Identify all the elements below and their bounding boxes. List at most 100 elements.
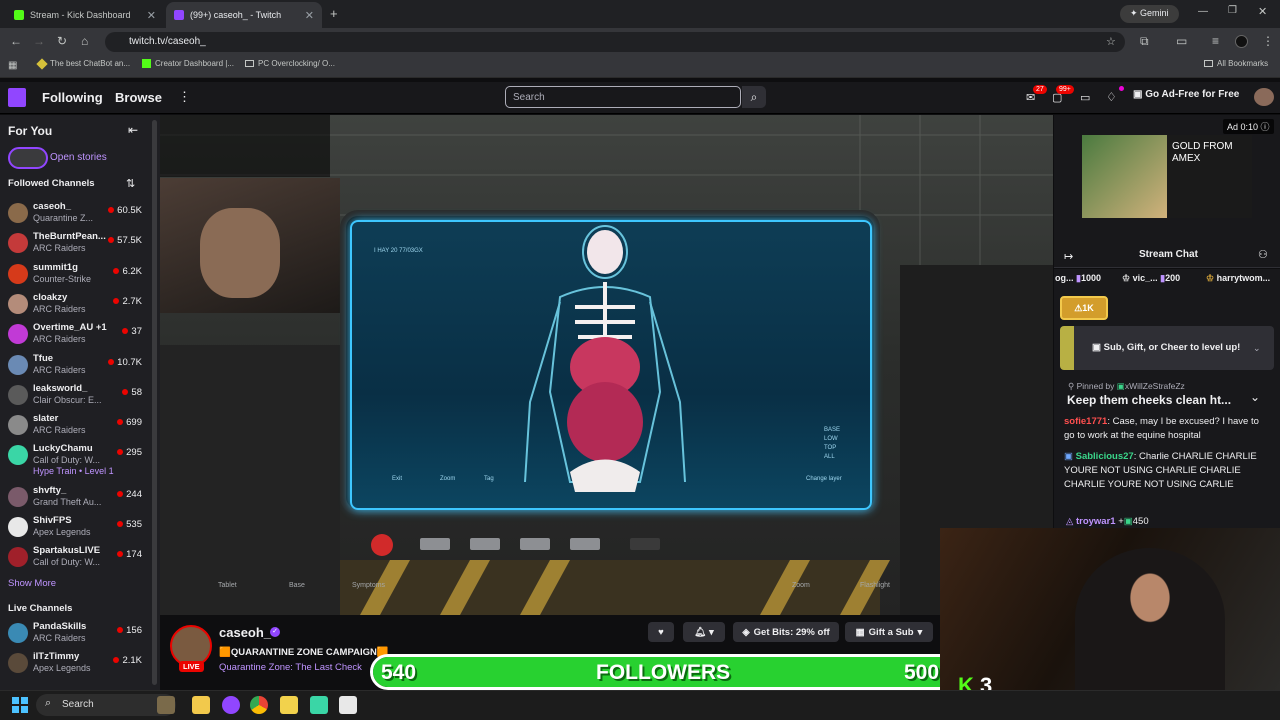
new-tab-icon[interactable]: + bbox=[330, 6, 338, 21]
bookmark-pc-overclocking[interactable]: PC Overclocking/ O... bbox=[245, 59, 335, 68]
sidebar-channel-theburntpean[interactable]: TheBurntPean... ARC Raiders 57.5K bbox=[0, 228, 150, 258]
url-input[interactable]: twitch.tv/caseoh_ bbox=[105, 32, 1125, 52]
leader-2[interactable]: ♔ vic_... ▮200 bbox=[1122, 273, 1180, 284]
sidebar-channel-cloakzy[interactable]: cloakzy ARC Raiders 2.7K bbox=[0, 289, 150, 319]
bookmark-creator-dashboard[interactable]: Creator Dashboard |... bbox=[142, 59, 234, 68]
sidebar-channel-summit1g[interactable]: summit1g Counter-Strike 6.2K bbox=[0, 259, 150, 289]
channel-game: ARC Raiders bbox=[33, 633, 86, 643]
channel-avatar bbox=[8, 293, 28, 314]
home-icon[interactable]: ⌂ bbox=[81, 34, 88, 48]
screen-zoom: Zoom bbox=[440, 476, 456, 482]
hype-train-pill[interactable]: ⚠1K bbox=[1060, 296, 1108, 320]
app-icon[interactable] bbox=[222, 696, 240, 714]
open-stories-link[interactable]: Open stories bbox=[50, 152, 107, 163]
tab-kick-dashboard[interactable]: Stream - Kick Dashboard ✕ bbox=[6, 2, 164, 28]
community-icon[interactable]: ⚇ bbox=[1258, 248, 1268, 261]
twitch-logo-icon[interactable] bbox=[8, 88, 26, 107]
stream-category-link[interactable]: Quarantine Zone: The Last Check bbox=[219, 662, 362, 673]
stories-avatars[interactable] bbox=[8, 147, 48, 169]
chat-username[interactable]: Sablicious27 bbox=[1076, 451, 1134, 462]
sidebar-channel-overtimeau1[interactable]: Overtime_AU +1 ARC Raiders 37 bbox=[0, 319, 150, 349]
sidebar-channel-pandaskills[interactable]: PandaSkills ARC Raiders 156 bbox=[0, 618, 150, 648]
bookmark-chatbot[interactable]: The best ChatBot an... bbox=[36, 57, 130, 70]
crown-icon[interactable]: ♢ bbox=[1106, 90, 1117, 104]
sidebar-channel-luckychamu[interactable]: LuckyChamu Call of Duty: W... 295 Hype Trai… bbox=[0, 440, 150, 476]
hint-symptoms: Symptoms bbox=[352, 582, 386, 589]
collapse-chat-icon[interactable]: ↦ bbox=[1064, 250, 1073, 263]
bookmark-star-icon[interactable]: ☆ bbox=[1106, 35, 1116, 48]
app-icon[interactable] bbox=[310, 696, 328, 714]
channel-game: Clair Obscur: E... bbox=[33, 394, 102, 405]
live-dot-icon bbox=[108, 207, 115, 213]
more-icon[interactable]: ⋮ bbox=[178, 89, 191, 105]
search-icon[interactable]: ⌕ bbox=[742, 86, 766, 108]
user-avatar[interactable] bbox=[1254, 88, 1274, 106]
channel-avatar bbox=[8, 517, 28, 537]
viewer-count: 699 bbox=[117, 417, 142, 428]
gemini-button[interactable]: ✦ Gemini bbox=[1120, 5, 1179, 23]
nav-browse[interactable]: Browse bbox=[115, 90, 162, 105]
profile-avatar[interactable] bbox=[1235, 35, 1248, 48]
sidebar-channel-iitztimmy[interactable]: iITzTimmy Apex Legends 2.1K bbox=[0, 648, 150, 678]
taskbar-search[interactable]: Search bbox=[36, 694, 176, 716]
window-close-icon[interactable]: ✕ bbox=[1258, 5, 1267, 18]
sort-icon[interactable]: ⇅ bbox=[126, 177, 135, 190]
viewer-count: 174 bbox=[117, 549, 142, 560]
notification-bell-button[interactable]: 🔔︎ ▾ bbox=[683, 622, 725, 642]
apps-grid-icon[interactable]: ▦ bbox=[8, 60, 17, 71]
maximize-icon[interactable]: ❐ bbox=[1228, 5, 1237, 16]
nav-following[interactable]: Following bbox=[42, 90, 103, 105]
expand-pinned-icon[interactable]: ⌄ bbox=[1250, 390, 1260, 404]
chrome-icon[interactable] bbox=[250, 696, 268, 714]
leader-1[interactable]: og... ▮1000 bbox=[1055, 273, 1101, 284]
get-bits-button[interactable]: ◈ Get Bits: 29% off bbox=[733, 622, 839, 642]
sidebar-channel-caseoh[interactable]: caseoh_ Quarantine Z... 60.5K bbox=[0, 198, 150, 228]
channel-name[interactable]: caseoh_ bbox=[219, 625, 271, 640]
channel-name: SpartakusLIVE bbox=[33, 545, 101, 557]
collapse-sidebar-icon[interactable]: ⇤ bbox=[128, 123, 138, 137]
all-bookmarks[interactable]: All Bookmarks bbox=[1204, 59, 1268, 68]
reload-icon[interactable]: ↻ bbox=[57, 34, 67, 48]
file-explorer-icon[interactable] bbox=[192, 696, 210, 714]
gift-sub-button[interactable]: ▦ Gift a Sub ▾ bbox=[845, 622, 933, 642]
sidebar-channel-spartakuslive[interactable]: SpartakusLIVE Call of Duty: W... 174 bbox=[0, 542, 150, 572]
prime-dot bbox=[1119, 86, 1124, 91]
close-tab-icon[interactable]: ✕ bbox=[147, 9, 156, 22]
channel-game: Apex Legends bbox=[33, 527, 91, 537]
base-options: BASE LOW TOP ALL bbox=[824, 427, 841, 460]
windows-start-icon[interactable] bbox=[12, 697, 28, 713]
widget-icon[interactable] bbox=[157, 696, 175, 714]
notes-icon[interactable] bbox=[280, 696, 298, 714]
sidebar-channel-shivfps[interactable]: ShivFPS Apex Legends 535 bbox=[0, 512, 150, 542]
chat-username[interactable]: sofie1771 bbox=[1064, 416, 1107, 427]
show-more-link[interactable]: Show More bbox=[8, 578, 56, 589]
close-tab-icon[interactable]: ✕ bbox=[305, 9, 314, 22]
sidebar-channel-tfue[interactable]: Tfue ARC Raiders 10.7K bbox=[0, 350, 150, 380]
sidebar-channel-slater[interactable]: slater ARC Raiders 699 bbox=[0, 410, 150, 440]
device-button bbox=[630, 538, 660, 550]
menu-icon[interactable]: ⋮ bbox=[1262, 34, 1274, 48]
follow-heart-icon[interactable]: ♥ bbox=[648, 622, 674, 642]
channel-avatar bbox=[8, 445, 28, 466]
media-icon[interactable]: ≡ bbox=[1212, 34, 1219, 48]
followed-channels-heading: Followed Channels bbox=[8, 178, 95, 189]
viewer-count: 535 bbox=[117, 519, 142, 530]
back-icon[interactable]: ← bbox=[10, 34, 22, 48]
live-dot-icon bbox=[117, 419, 124, 426]
forward-icon[interactable]: → bbox=[33, 34, 45, 48]
minimize-icon[interactable]: — bbox=[1198, 6, 1208, 17]
leader-3[interactable]: ♔ harrytwom... bbox=[1206, 273, 1270, 284]
sidebar-channel-shvfty[interactable]: shvfty_ Grand Theft Au... 244 bbox=[0, 482, 150, 512]
tab-twitch[interactable]: (99+) caseoh_ - Twitch ✕ bbox=[166, 2, 322, 28]
sidebar-scrollbar[interactable] bbox=[152, 120, 157, 685]
hype-expand-icon[interactable]: ⌄ bbox=[1253, 343, 1261, 354]
go-ad-free-button[interactable]: ▣ Go Ad-Free for Free bbox=[1133, 89, 1239, 100]
app-icon[interactable] bbox=[339, 696, 357, 714]
extensions-icon[interactable]: ⧉ bbox=[1140, 34, 1149, 49]
channel-avatar bbox=[8, 384, 28, 405]
search-input[interactable]: Search bbox=[505, 86, 741, 108]
whispers-icon[interactable]: ▭ bbox=[1080, 91, 1090, 104]
sidebar-channel-leaksworld[interactable]: leaksworld_ Clair Obscur: E... 58 bbox=[0, 380, 150, 410]
twitch-favicon-icon bbox=[174, 10, 184, 20]
cast-icon[interactable]: ▭ bbox=[1176, 34, 1187, 48]
